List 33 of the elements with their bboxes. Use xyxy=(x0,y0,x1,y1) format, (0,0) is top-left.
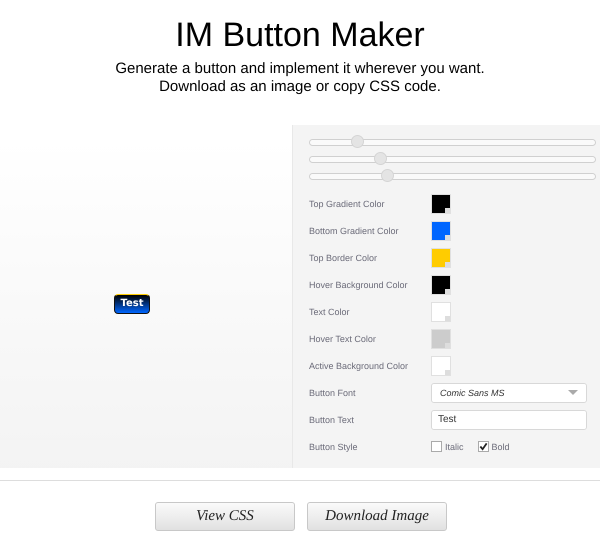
color-swatch[interactable] xyxy=(431,302,451,322)
text-field[interactable]: Test xyxy=(431,410,587,430)
field-label: Top Border Color xyxy=(309,252,378,262)
field-label: Top Gradient Color xyxy=(309,198,386,208)
action-button[interactable]: View CSS xyxy=(155,502,295,531)
subtitle-text: Generate a button and implement it wherever you want. xyxy=(115,60,485,78)
font-dropdown[interactable]: Comic Sans MS xyxy=(431,382,587,402)
slider-thumb[interactable] xyxy=(381,169,394,182)
slider-thumb[interactable] xyxy=(374,152,388,165)
preview-button[interactable]: Test xyxy=(114,294,150,314)
subtitle-text: Download as an image or copy CSS code. xyxy=(159,78,441,96)
color-swatch[interactable] xyxy=(431,328,451,348)
checkbox[interactable] xyxy=(478,441,489,452)
page-title: IM Button Maker xyxy=(175,16,425,54)
field-label: Hover Text Color xyxy=(309,334,377,344)
checkbox-label: Italic xyxy=(445,442,464,452)
color-swatch[interactable] xyxy=(431,356,451,376)
field-label: Button Style xyxy=(309,442,359,452)
color-swatch[interactable] xyxy=(431,220,451,240)
color-swatch[interactable] xyxy=(431,194,451,214)
caret-icon xyxy=(568,390,578,395)
action-button[interactable]: Download Image xyxy=(307,502,447,531)
field-label: Active Background Color xyxy=(309,360,410,370)
field-label: Button Text xyxy=(309,414,355,424)
slider-thumb[interactable] xyxy=(351,135,364,148)
field-label: Text Color xyxy=(309,306,351,316)
field-label: Hover Background Color xyxy=(309,280,409,290)
field-label: Button Font xyxy=(309,388,357,398)
checkbox[interactable] xyxy=(431,441,442,452)
color-swatch[interactable] xyxy=(431,248,451,268)
color-swatch[interactable] xyxy=(431,274,451,294)
field-label: Bottom Gradient Color xyxy=(309,226,400,236)
checkbox-label: Bold xyxy=(492,442,510,452)
